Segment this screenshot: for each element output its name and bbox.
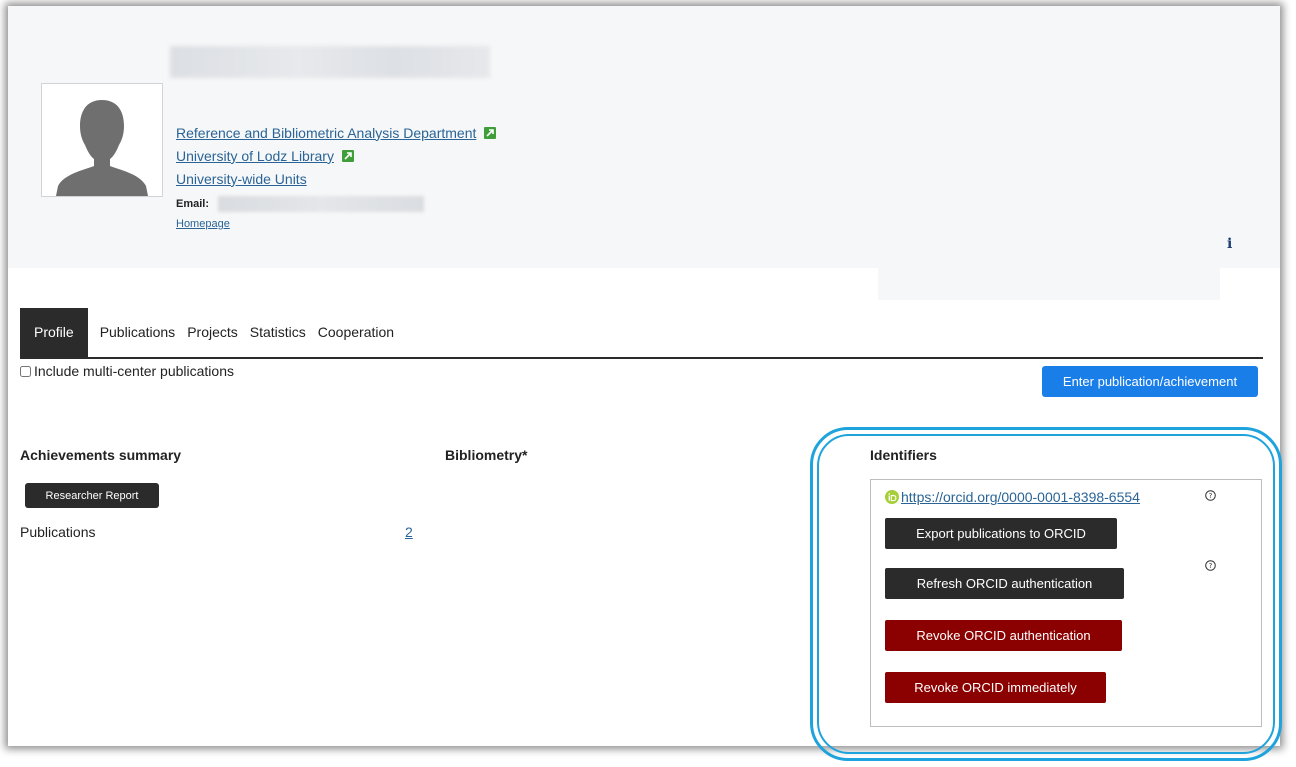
revoke-orcid-authentication-button[interactable]: Revoke ORCID authentication [885,620,1122,651]
unit-item: Reference and Bibliometric Analysis Depa… [176,121,497,144]
enter-publication-button[interactable]: Enter publication/achievement [1042,366,1258,397]
tab-cooperation[interactable]: Cooperation [312,308,400,357]
homepage-link[interactable]: Homepage [176,218,230,230]
orcid-icon [885,490,899,504]
tab-publications[interactable]: Publications [94,308,182,357]
profile-tabs: Profile Publications Projects Statistics… [20,308,400,357]
person-silhouette-icon [56,100,148,196]
achievements-summary-title: Achievements summary [20,447,182,463]
bibliometry-title: Bibliometry* [445,447,528,463]
external-link-icon[interactable] [484,126,497,139]
multi-center-option[interactable]: Include multi-center publications [20,363,234,379]
tab-projects[interactable]: Projects [181,308,244,357]
refresh-orcid-authentication-button[interactable]: Refresh ORCID authentication [885,568,1124,599]
svg-text:?: ? [1209,492,1213,500]
orcid-link[interactable]: https://orcid.org/0000-0001-8398-6554 [901,489,1140,505]
export-publications-orcid-button[interactable]: Export publications to ORCID [885,518,1117,549]
svg-text:?: ? [1209,562,1213,570]
unit-list: Reference and Bibliometric Analysis Depa… [176,121,497,190]
researcher-report-button[interactable]: Researcher Report [25,483,159,508]
email-label: Email: [176,198,210,210]
profile-page: Reference and Bibliometric Analysis Depa… [8,6,1280,746]
tab-statistics[interactable]: Statistics [244,308,312,357]
orcid-identifier: https://orcid.org/0000-0001-8398-6554 [885,489,1140,505]
unit-link-reference-department[interactable]: Reference and Bibliometric Analysis Depa… [176,125,476,141]
multi-center-checkbox[interactable] [20,365,31,377]
help-icon[interactable]: ? [1205,490,1216,501]
avatar [41,83,163,197]
email-value-redacted [218,196,424,212]
unit-item: University of Lodz Library [176,144,496,167]
researcher-name-redacted [170,46,490,78]
unit-item: University-wide Units [176,167,496,190]
unit-link-university-library[interactable]: University of Lodz Library [176,148,334,164]
tab-divider [20,357,1263,359]
external-link-icon[interactable] [341,149,354,162]
publications-label: Publications [20,524,96,540]
header-extension [878,268,1220,300]
tab-profile[interactable]: Profile [20,308,88,357]
unit-link-university-wide-units[interactable]: University-wide Units [176,171,307,187]
multi-center-label: Include multi-center publications [34,363,234,379]
publications-count-link[interactable]: 2 [405,524,413,540]
help-icon[interactable]: ? [1205,560,1216,571]
identifiers-title: Identifiers [870,447,937,463]
info-icon[interactable]: i [1227,236,1232,252]
revoke-orcid-immediately-button[interactable]: Revoke ORCID immediately [885,672,1106,703]
